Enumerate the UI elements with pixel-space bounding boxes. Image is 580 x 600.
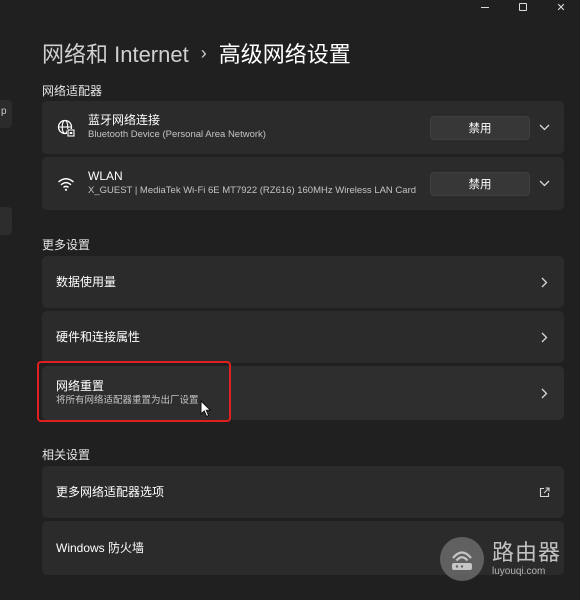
minimize-icon: [481, 6, 489, 8]
watermark-text: 路由器 luyouqi.com: [492, 540, 561, 578]
watermark-url: luyouqi.com: [492, 566, 546, 577]
adapter-text: 蓝牙网络连接 Bluetooth Device (Personal Area N…: [88, 113, 266, 142]
setting-more-adapter-options[interactable]: 更多网络适配器选项: [42, 466, 564, 518]
router-logo-icon: [440, 537, 484, 581]
maximize-icon: [519, 3, 527, 11]
breadcrumb-parent-link[interactable]: 网络和 Internet: [42, 37, 189, 69]
sidebar-item-selected-partial[interactable]: [0, 207, 12, 235]
disable-button[interactable]: 禁用: [430, 115, 530, 140]
setting-title: 更多网络适配器选项: [56, 484, 165, 499]
mouse-cursor-icon: [200, 399, 212, 423]
adapter-text: WLAN X_GUEST | MediaTek Wi-Fi 6E MT7922 …: [88, 169, 416, 198]
adapter-description: Bluetooth Device (Personal Area Network): [88, 129, 266, 140]
section-heading-related-settings: 相关设置: [42, 448, 91, 462]
chevron-right-icon: [538, 331, 550, 343]
breadcrumb: 网络和 Internet › 高级网络设置: [42, 36, 351, 70]
ethernet-globe-icon: [56, 118, 76, 138]
minimize-button[interactable]: [466, 0, 504, 14]
setting-title: 数据使用量: [56, 274, 117, 289]
setting-title: 硬件和连接属性: [56, 329, 141, 344]
watermark-chinese: 路由器: [492, 540, 562, 565]
adapter-card-wlan[interactable]: WLAN X_GUEST | MediaTek Wi-Fi 6E MT7922 …: [42, 157, 564, 210]
setting-text: Windows 防火墙: [56, 541, 144, 556]
chevron-right-icon: [538, 276, 550, 288]
chevron-right-icon: [538, 387, 550, 399]
window-controls: ✕: [466, 0, 580, 14]
maximize-button[interactable]: [504, 0, 542, 14]
setting-text: 硬件和连接属性: [56, 330, 140, 345]
setting-text: 更多网络适配器选项: [56, 485, 164, 500]
close-button[interactable]: ✕: [542, 0, 580, 14]
setting-hardware-properties[interactable]: 硬件和连接属性: [42, 311, 564, 363]
sidebar-item-partial[interactable]: p: [0, 100, 12, 128]
adapter-name: 蓝牙网络连接: [88, 113, 161, 127]
setting-title: Windows 防火墙: [56, 540, 145, 555]
chevron-down-icon[interactable]: [538, 122, 550, 134]
page-title: 高级网络设置: [218, 42, 351, 67]
section-heading-more-settings: 更多设置: [42, 238, 91, 252]
adapter-description: X_GUEST | MediaTek Wi-Fi 6E MT7922 (RZ61…: [88, 185, 417, 196]
settings-window: ✕ p 网络和 Internet › 高级网络设置 网络适配器 蓝牙网络连接 B…: [0, 0, 580, 600]
disable-button[interactable]: 禁用: [430, 171, 530, 196]
section-heading-adapters: 网络适配器: [42, 84, 103, 98]
setting-data-usage[interactable]: 数据使用量: [42, 256, 564, 308]
setting-text: 数据使用量: [56, 275, 116, 290]
chevron-down-icon[interactable]: [538, 178, 550, 190]
sidebar-item-glyph: p: [1, 106, 7, 117]
wifi-icon: [56, 174, 76, 194]
open-external-icon: [538, 486, 550, 498]
breadcrumb-separator: ›: [200, 42, 207, 63]
adapter-name: WLAN: [88, 169, 123, 183]
adapter-card-bluetooth[interactable]: 蓝牙网络连接 Bluetooth Device (Personal Area N…: [42, 101, 564, 154]
watermark: 路由器 luyouqi.com: [440, 534, 570, 584]
